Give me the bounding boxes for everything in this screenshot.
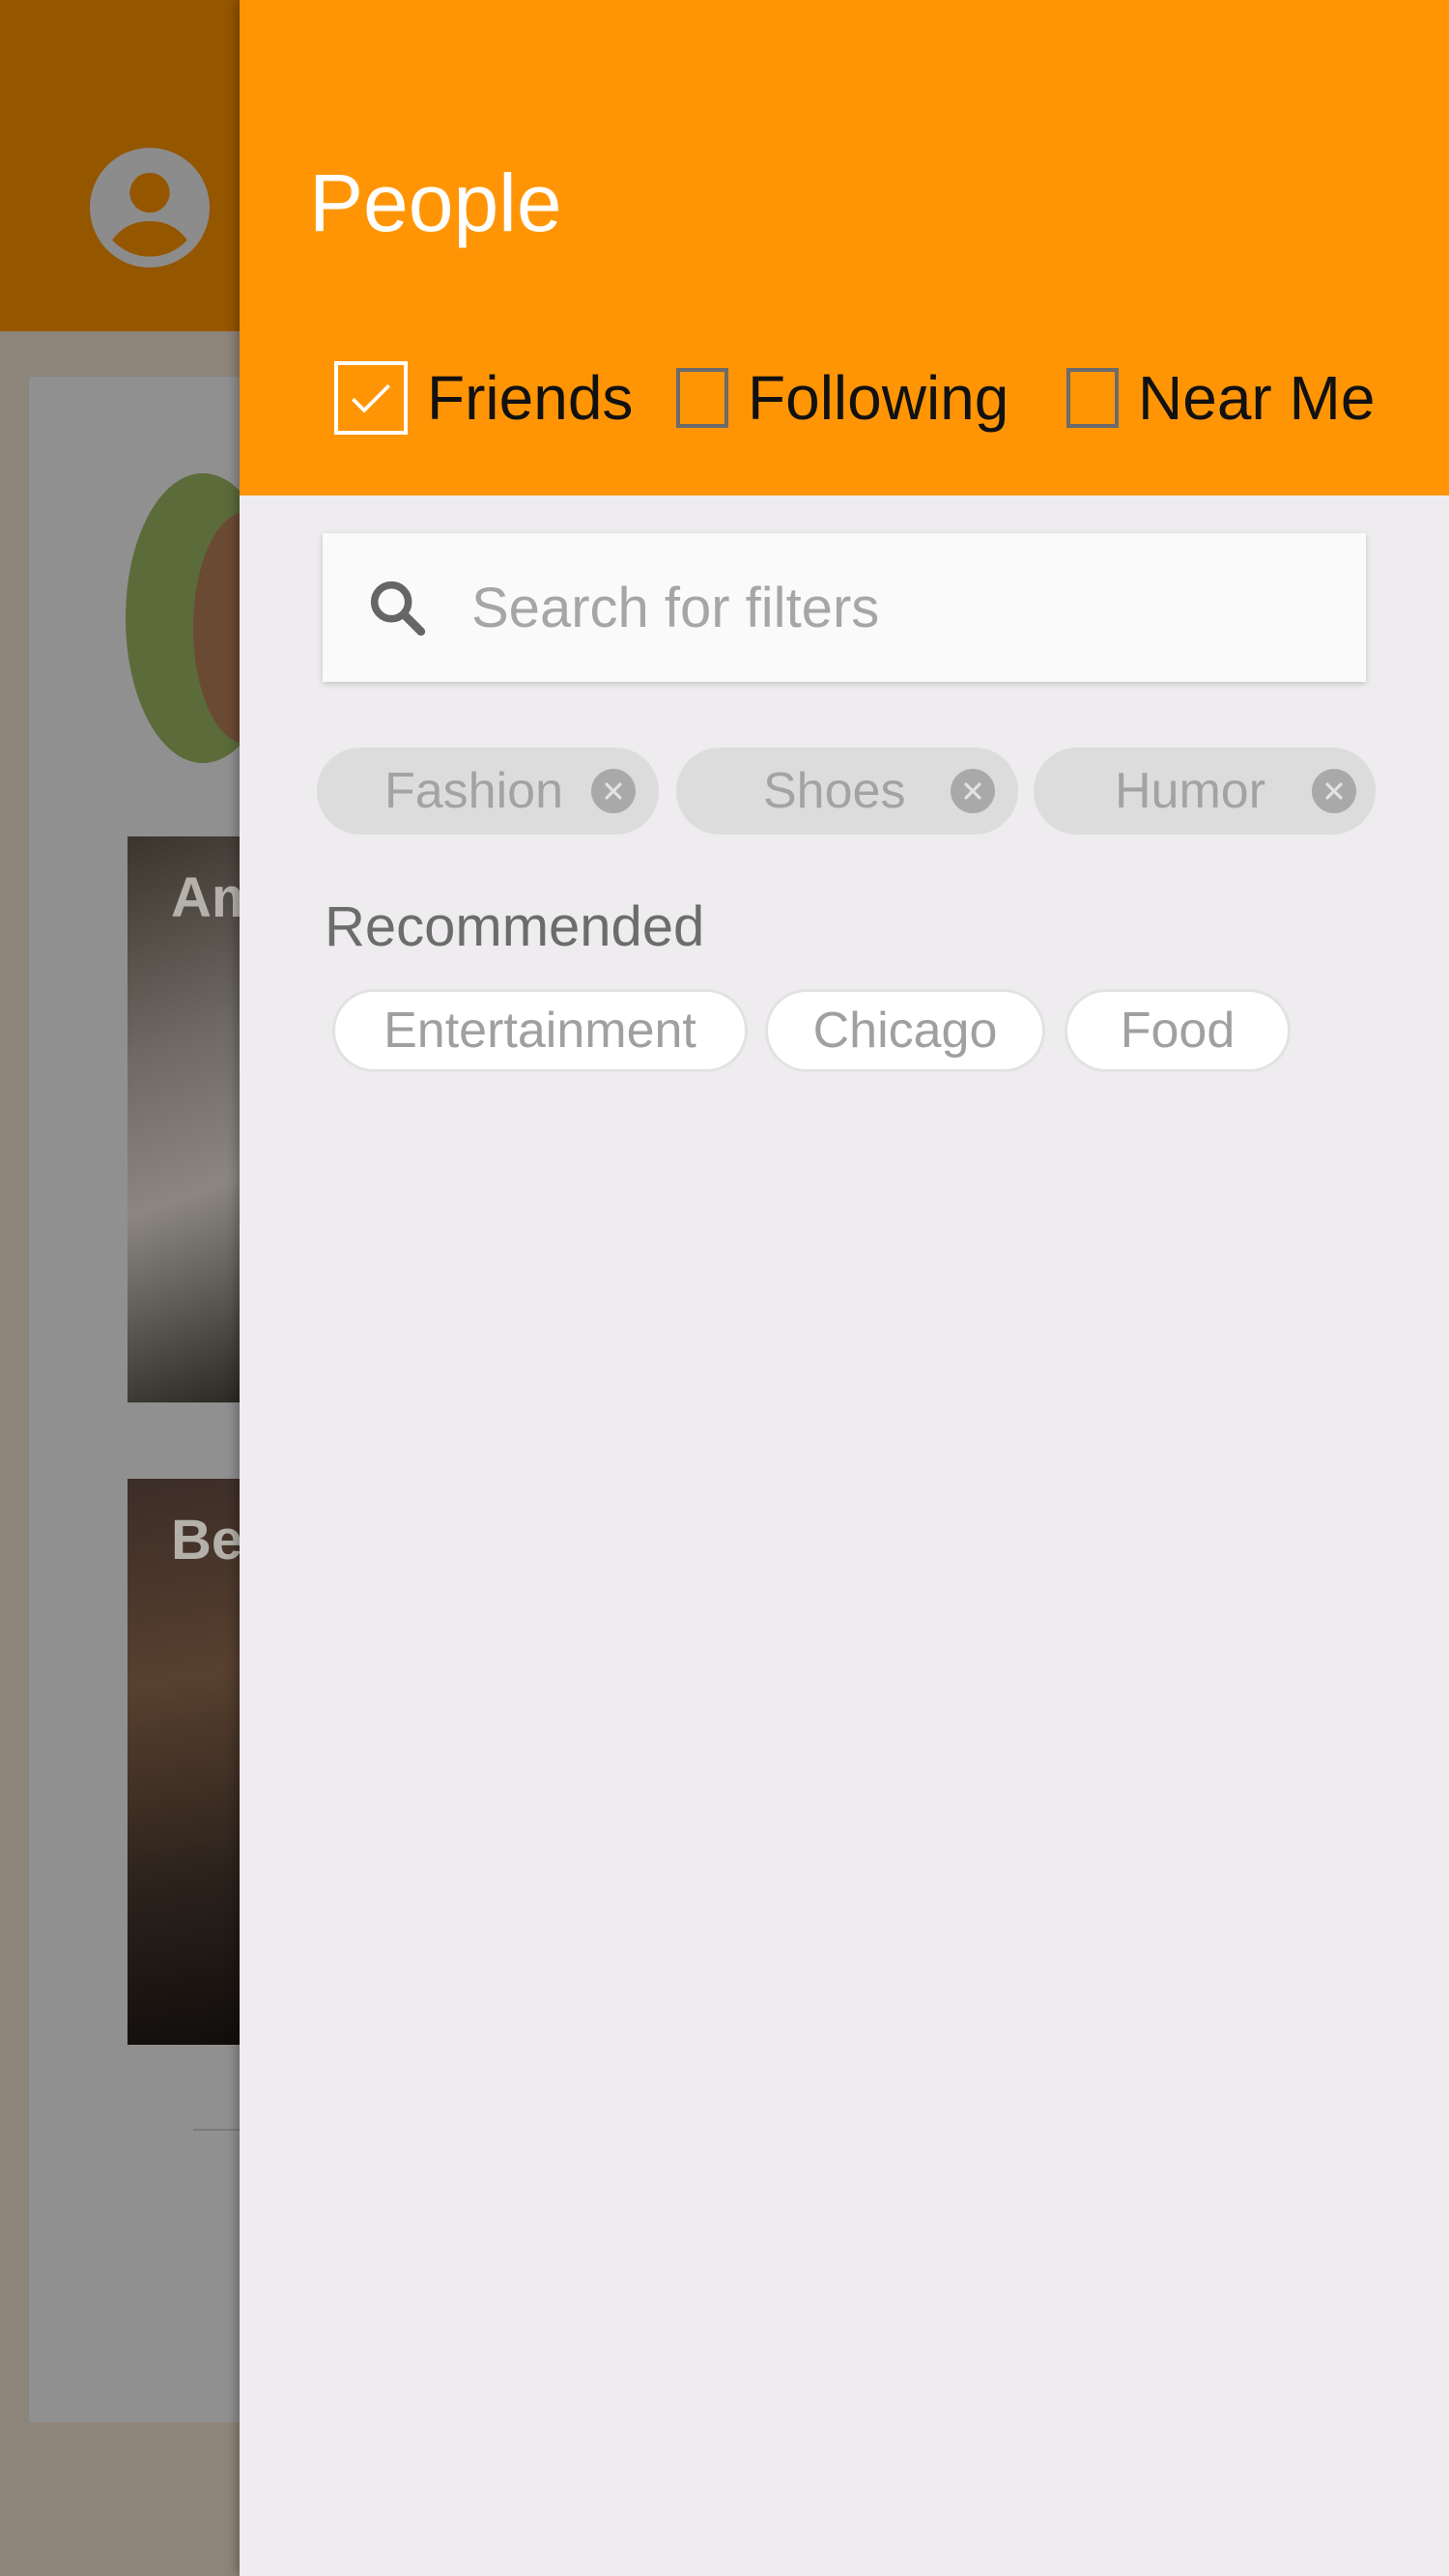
filter-option-near-me[interactable]: Near Me <box>1066 359 1375 437</box>
close-circle-icon[interactable] <box>951 769 995 813</box>
checkbox-checked[interactable] <box>334 361 408 435</box>
checkbox-unchecked[interactable] <box>676 368 728 428</box>
filter-option-following[interactable]: Following <box>676 359 1009 437</box>
close-circle-icon[interactable] <box>591 769 636 813</box>
recommended-chip-label: Food <box>1120 1003 1236 1059</box>
people-filter-options: Friends Following Near Me <box>334 359 1435 437</box>
tag-chip-fashion[interactable]: Fashion <box>317 748 659 835</box>
filter-option-label: Near Me <box>1138 363 1376 433</box>
recommended-chip-entertainment[interactable]: Entertainment <box>332 989 748 1072</box>
search-icon <box>370 580 426 637</box>
tile-label: Be <box>171 1509 243 1571</box>
filter-drawer: People Friends Following Near Me Search … <box>240 0 1449 2576</box>
tag-chip-label: Fashion <box>384 763 563 819</box>
recommended-heading: Recommended <box>325 895 705 958</box>
check-icon <box>352 383 390 413</box>
recommended-chip-chicago[interactable]: Chicago <box>765 989 1045 1072</box>
recommended-chip-label: Entertainment <box>384 1003 696 1059</box>
close-circle-icon[interactable] <box>1312 769 1356 813</box>
recommended-chip-food[interactable]: Food <box>1065 989 1291 1072</box>
filter-search-bar[interactable] <box>323 533 1366 682</box>
drawer-header: People Friends Following Near Me <box>240 0 1449 495</box>
account-circle-icon <box>90 148 210 268</box>
tag-chip-label: Shoes <box>763 763 906 819</box>
filter-option-label: Friends <box>427 363 634 433</box>
recommended-tags: Entertainment Chicago Food <box>332 989 1395 1076</box>
search-input[interactable] <box>469 574 1323 641</box>
tag-chip-shoes[interactable]: Shoes <box>676 748 1018 835</box>
filter-option-label: Following <box>748 363 1009 433</box>
tag-chip-label: Humor <box>1115 763 1266 819</box>
active-tags: Fashion Shoes Humor <box>317 748 1437 836</box>
filter-option-friends[interactable]: Friends <box>334 359 633 437</box>
drawer-title: People <box>309 157 562 248</box>
recommended-chip-label: Chicago <box>812 1003 998 1059</box>
checkbox-unchecked[interactable] <box>1066 368 1119 428</box>
tag-chip-humor[interactable]: Humor <box>1034 748 1376 835</box>
